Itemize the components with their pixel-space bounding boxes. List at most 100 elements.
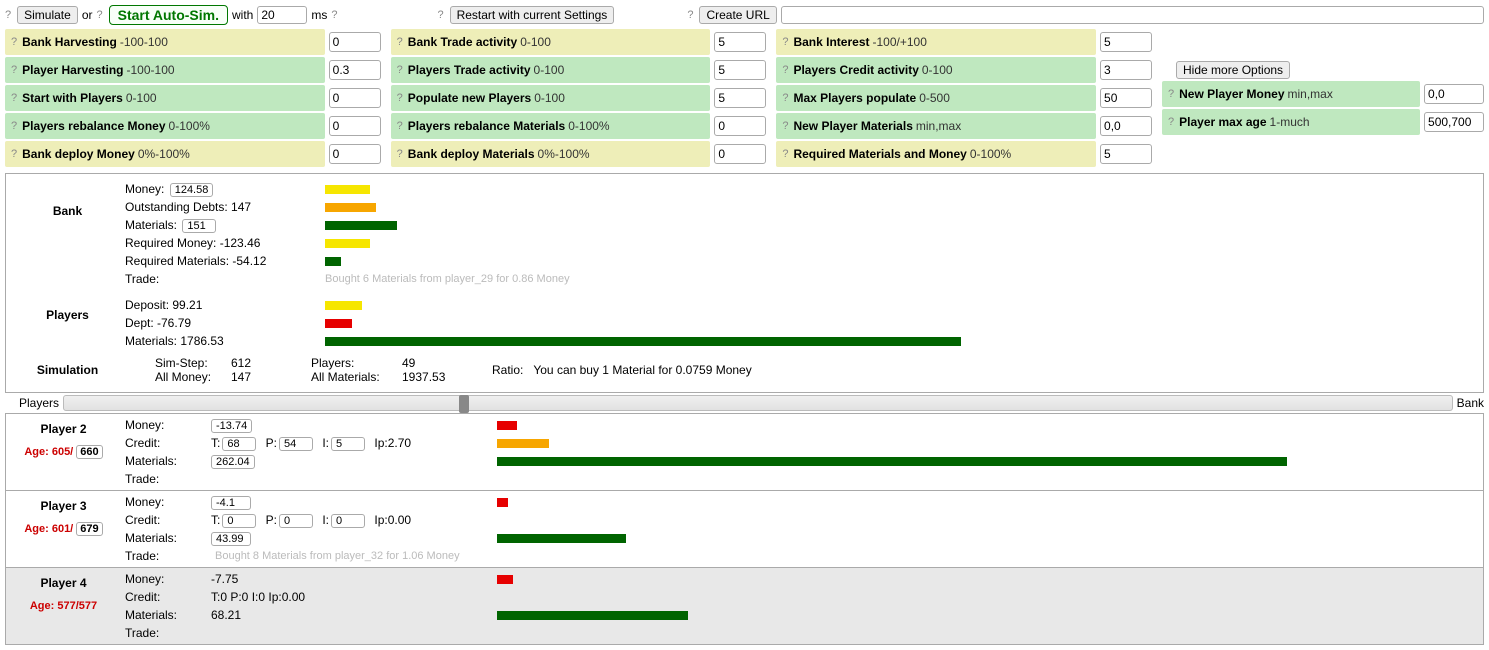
help-icon[interactable]: ? [782,148,788,160]
setting-input[interactable] [1424,84,1484,104]
player-money-label: Money: [121,572,211,586]
player-materials-value[interactable]: 43.99 [211,532,251,546]
help-icon[interactable]: ? [11,92,17,104]
setting-label: ? Populate new Players 0-100 [391,85,711,111]
setting-input[interactable] [714,144,766,164]
bank-title: Bank [10,180,125,288]
or-text: or [82,8,93,22]
help-icon[interactable]: ? [782,92,788,104]
setting-input[interactable] [329,144,381,164]
player-materials-label: Materials: [121,454,211,468]
help-icon[interactable]: ? [437,9,443,21]
help-icon[interactable]: ? [11,120,17,132]
setting-input[interactable] [1100,116,1152,136]
simstep-value: 612 [231,356,281,370]
player-materials-value[interactable]: 262.04 [211,455,255,469]
player-materials-bar [497,611,688,620]
setting-input[interactable] [1100,88,1152,108]
setting-label: ? Players Trade activity 0-100 [391,57,711,83]
setting-input[interactable] [714,60,766,80]
players-count-value: 49 [402,356,462,370]
help-icon[interactable]: ? [397,92,403,104]
player-materials-bar [497,534,626,543]
help-icon[interactable]: ? [397,120,403,132]
setting-label: ? Player Harvesting -100-100 [5,57,325,83]
player-credit-bar [497,439,549,448]
simulate-button[interactable]: Simulate [17,6,78,24]
players-deposit-label: Deposit: 99.21 [125,298,325,312]
allmat-label: All Materials: [311,370,396,384]
restart-button[interactable]: Restart with current Settings [450,6,615,24]
player-materials-label: Materials: [121,608,211,622]
url-input[interactable] [781,6,1484,24]
setting-input[interactable] [329,32,381,52]
help-icon[interactable]: ? [5,9,11,21]
credit-t-input[interactable]: 0 [222,514,256,528]
simulation-title: Simulation [10,363,125,377]
bank-materials-value[interactable]: 151 [182,219,216,233]
player-age: Age: 605/ 660 [24,446,102,458]
help-icon[interactable]: ? [782,64,788,76]
setting-input[interactable] [714,32,766,52]
setting-label: ? Players Credit activity 0-100 [776,57,1096,83]
help-icon[interactable]: ? [96,9,102,21]
ratio-label: Ratio: [492,363,523,377]
setting-input[interactable] [1100,60,1152,80]
player-materials-bar [497,457,1287,466]
help-icon[interactable]: ? [11,64,17,76]
player-block: Player 2Age: 605/ 660Money:-13.74Credit:… [5,413,1484,491]
player-maxage-input[interactable]: 679 [76,522,102,536]
create-url-button[interactable]: Create URL [699,6,776,24]
help-icon[interactable]: ? [687,9,693,21]
setting-input[interactable] [1424,112,1484,132]
help-icon[interactable]: ? [397,64,403,76]
help-icon[interactable]: ? [397,36,403,48]
ms-input[interactable] [257,6,307,24]
credit-p-input[interactable]: 0 [279,514,313,528]
setting-input[interactable] [1100,144,1152,164]
help-icon[interactable]: ? [331,9,337,21]
player-trade-label: Trade: [121,472,211,486]
players-bank-slider[interactable] [63,395,1453,411]
with-text: with [232,8,253,22]
help-icon[interactable]: ? [782,120,788,132]
setting-input[interactable] [714,116,766,136]
players-count-label: Players: [311,356,396,370]
bank-money-value[interactable]: 124.58 [170,183,214,197]
credit-p-input[interactable]: 54 [279,437,313,451]
player-block: Player 4Age: 577/577Money:-7.75Credit:T:… [5,568,1484,645]
setting-input[interactable] [329,116,381,136]
help-icon[interactable]: ? [11,36,17,48]
credit-i-input[interactable]: 0 [331,514,365,528]
player-maxage-input[interactable]: 660 [76,445,102,459]
setting-label: ? Bank Interest -100/+100 [776,29,1096,55]
setting-label: ? Bank deploy Money 0%-100% [5,141,325,167]
setting-input[interactable] [1100,32,1152,52]
player-money-bar [497,575,513,584]
players-title: Players [10,296,125,350]
players-deposit-bar [325,301,362,310]
credit-t-input[interactable]: 68 [222,437,256,451]
player-money-value[interactable]: -4.1 [211,496,251,510]
player-credit-value: T:0 P:0 I:0 Ip:0.00 [211,590,497,604]
help-icon[interactable]: ? [397,148,403,160]
hide-more-options-button[interactable]: Hide more Options [1176,61,1290,79]
start-auto-sim-button[interactable]: Start Auto-Sim. [109,5,228,25]
bank-trade-label: Trade: [125,272,325,286]
setting-label: ? New Player Money min,max [1162,81,1420,107]
help-icon[interactable]: ? [11,148,17,160]
help-icon[interactable]: ? [1168,116,1174,128]
help-icon[interactable]: ? [782,36,788,48]
help-icon[interactable]: ? [1168,88,1174,100]
player-trade-label: Trade: [121,626,211,640]
player-money-value: -7.75 [211,572,497,586]
setting-input[interactable] [714,88,766,108]
setting-label: ? Bank deploy Materials 0%-100% [391,141,711,167]
ms-text: ms [311,8,327,22]
slider-thumb[interactable] [459,395,469,413]
setting-label: ? Max Players populate 0-500 [776,85,1096,111]
credit-i-input[interactable]: 5 [331,437,365,451]
setting-input[interactable] [329,60,381,80]
player-money-value[interactable]: -13.74 [211,419,252,433]
setting-input[interactable] [329,88,381,108]
